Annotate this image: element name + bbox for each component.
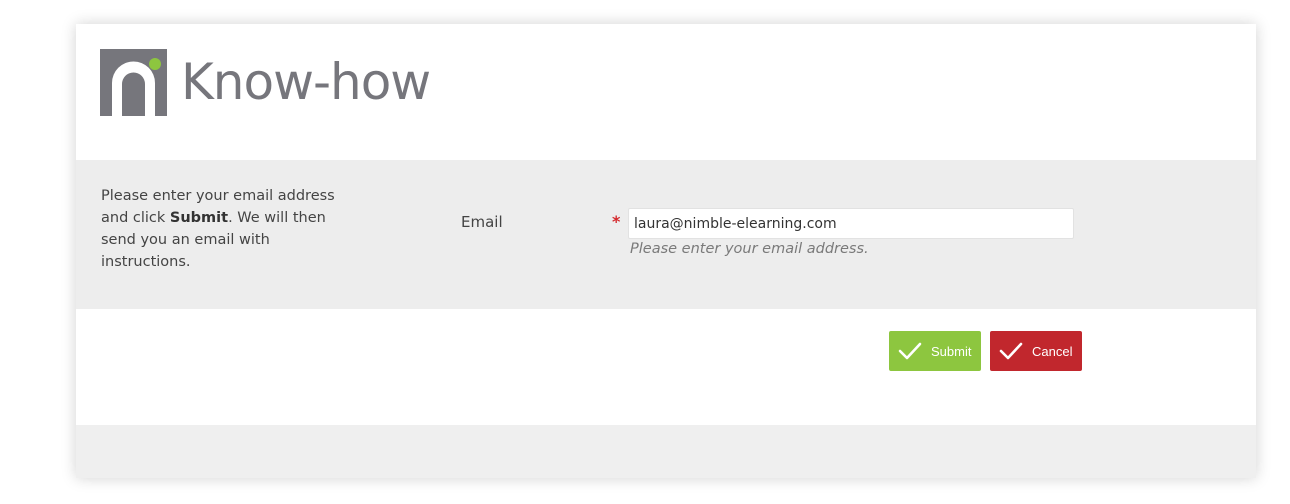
brand-logo: Know-how: [100, 48, 431, 116]
cancel-button[interactable]: Cancel: [990, 331, 1082, 371]
email-form-section: Please enter your email address and clic…: [76, 160, 1256, 309]
required-marker: *: [612, 212, 621, 231]
email-label: Email: [461, 213, 503, 231]
instructions-text: Please enter your email address and clic…: [101, 185, 361, 273]
submit-label: Submit: [931, 343, 972, 359]
email-hint: Please enter your email address.: [630, 241, 869, 257]
cancel-label: Cancel: [1032, 343, 1073, 359]
checkmark-icon: [999, 342, 1023, 360]
n-logo-icon: [100, 48, 167, 116]
brand-name: Know-how: [181, 53, 431, 111]
email-input[interactable]: [628, 208, 1074, 239]
card-footer: [76, 425, 1256, 478]
password-reset-card: Know-how Please enter your email address…: [76, 24, 1256, 478]
instructions-bold: Submit: [169, 210, 229, 226]
checkmark-icon: [898, 342, 922, 360]
submit-button[interactable]: Submit: [889, 331, 981, 371]
